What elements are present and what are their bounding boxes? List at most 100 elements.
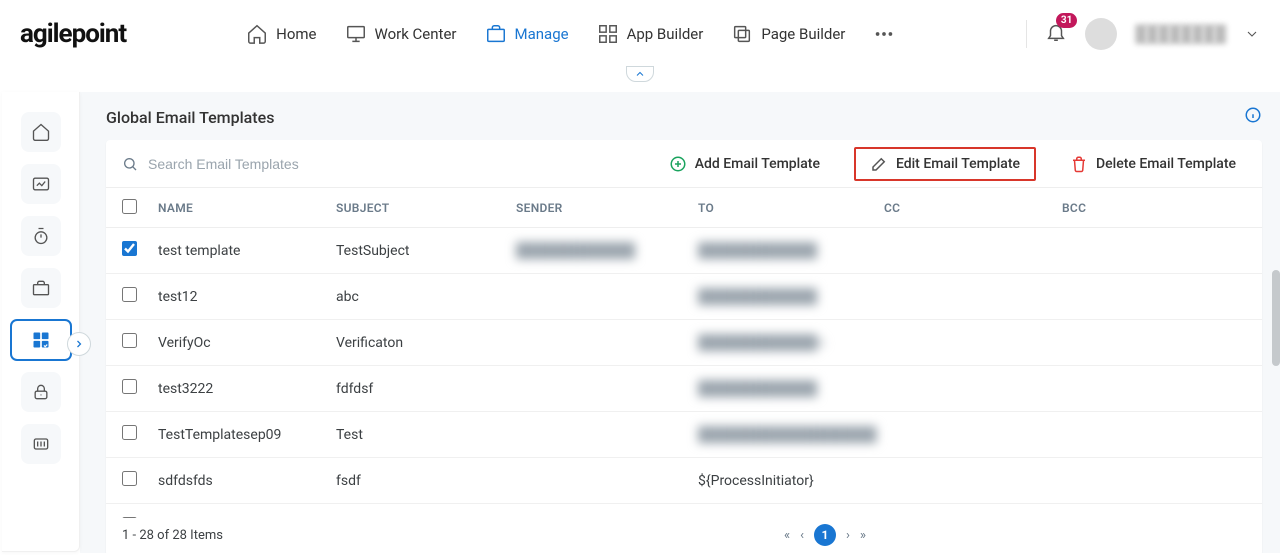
top-nav: agilepoint Home Work Center Manage App B… [0,0,1280,68]
chevron-up-icon [634,68,646,80]
more-icon [873,23,895,45]
pager-last[interactable]: » [860,528,866,543]
apps-icon [31,330,51,350]
home-icon [246,23,268,45]
cell-subject: Verificaton [336,335,516,351]
notifications-button[interactable]: 31 [1045,21,1067,47]
lock-icon [31,382,51,402]
side-home[interactable] [21,112,61,152]
row-checkbox[interactable] [122,241,137,256]
col-subject[interactable]: SUBJECT [336,201,516,215]
pager-page[interactable]: 1 [814,524,836,546]
cell-to: ████████████n [698,334,884,351]
side-analytics[interactable] [21,164,61,204]
col-sender[interactable]: SENDER [516,201,698,215]
nav-item-page-builder[interactable]: Page Builder [731,23,845,45]
row-checkbox[interactable] [122,333,137,348]
nav-right: 31 ████████ [1026,18,1260,50]
content: Global Email Templates Add Email Templat… [80,92,1280,553]
row-checkbox[interactable] [122,471,137,486]
table-row[interactable]: test templateTestSubject████████████████… [106,228,1262,274]
user-name: ████████ [1135,24,1226,44]
table-row[interactable]: TestTemplatesep09Test██████████████████ [106,412,1262,458]
nav-item-app-builder[interactable]: App Builder [597,23,704,45]
pager-prev[interactable]: ‹ [800,528,804,543]
panel: Add Email Template Edit Email Template D… [106,140,1262,553]
cell-to: ████████████ [698,380,884,397]
select-all-checkbox[interactable] [122,199,137,214]
table-row[interactable]: test12abc████████████ [106,274,1262,320]
row-checkbox[interactable] [122,287,137,302]
logo: agilepoint [20,19,126,49]
action-label: Add Email Template [695,156,820,172]
nav-item-label: Work Center [375,25,457,43]
chart-icon [31,174,51,194]
collapse-button[interactable] [626,66,654,82]
row-checkbox[interactable] [122,425,137,440]
briefcase-icon [485,23,507,45]
side-timer[interactable] [21,216,61,256]
pager: « ‹ 1 › » [784,524,866,546]
sidebar-expand[interactable] [67,332,91,356]
nav-item-more[interactable] [873,23,895,45]
add-template-button[interactable]: Add Email Template [659,149,830,179]
plus-circle-icon [669,155,687,173]
search-box [122,156,382,172]
nav-item-work-center[interactable]: Work Center [345,23,457,45]
nav-item-label: Manage [515,25,569,43]
edit-template-button[interactable]: Edit Email Template [854,147,1036,181]
side-apps[interactable] [11,320,71,360]
grid-icon [597,23,619,45]
side-settings[interactable] [21,424,61,464]
page-scrollbar[interactable] [1272,270,1280,366]
chevron-down-icon[interactable] [1244,26,1260,42]
avatar[interactable] [1085,18,1117,50]
page-title: Global Email Templates [106,108,274,127]
cell-to: ████████████ [698,288,884,305]
row-checkbox[interactable] [122,379,137,394]
cell-subject: TestSubject [336,243,516,259]
side-work[interactable] [21,268,61,308]
pager-first[interactable]: « [784,528,790,543]
col-cc[interactable]: CC [884,201,1062,215]
pencil-icon [870,155,888,173]
search-icon [122,156,138,172]
side-security[interactable] [21,372,61,412]
col-bcc[interactable]: BCC [1062,201,1246,215]
col-name[interactable]: NAME [158,201,336,215]
briefcase-icon [31,278,51,298]
delete-template-button[interactable]: Delete Email Template [1060,149,1246,179]
table-header: NAME SUBJECT SENDER TO CC BCC [106,188,1262,228]
page-title-row: Global Email Templates [106,106,1262,128]
search-input[interactable] [148,156,348,172]
cell-to: ████████████ [698,242,884,259]
primary-nav: Home Work Center Manage App Builder Page… [246,23,895,45]
copy-icon [731,23,753,45]
cell-subject: fdfdsf [336,381,516,397]
pager-next[interactable]: › [846,528,850,543]
trash-icon [1070,155,1088,173]
cell-to: ██████████████████ [698,426,884,443]
notification-badge: 31 [1056,13,1077,28]
info-icon [1244,106,1262,124]
row-checkbox[interactable] [122,517,137,518]
table-row[interactable]: sdfdsfdsfsdf${ProcessInitiator} [106,458,1262,504]
cell-subject: Test [336,427,516,443]
sidebar [2,92,80,552]
pager-row: 1 - 28 of 28 Items « ‹ 1 › » [106,518,1262,553]
col-to[interactable]: TO [698,201,884,215]
nav-item-manage[interactable]: Manage [485,23,569,45]
cell-subject: abc [336,289,516,305]
nav-item-label: Page Builder [761,25,845,43]
stopwatch-icon [31,226,51,246]
table-row[interactable]: test3222fdfdsf████████████ [106,366,1262,412]
info-button[interactable] [1244,106,1262,128]
table-row[interactable]: dsadasdasdas${ProcessInitiator} [106,504,1262,518]
table-row[interactable]: VerifyOcVerificaton████████████n [106,320,1262,366]
action-label: Edit Email Template [896,156,1020,172]
nav-item-home[interactable]: Home [246,23,316,45]
divider [1026,20,1027,48]
toolbar: Add Email Template Edit Email Template D… [106,140,1262,188]
action-label: Delete Email Template [1096,156,1236,172]
nav-item-label: App Builder [627,25,704,43]
